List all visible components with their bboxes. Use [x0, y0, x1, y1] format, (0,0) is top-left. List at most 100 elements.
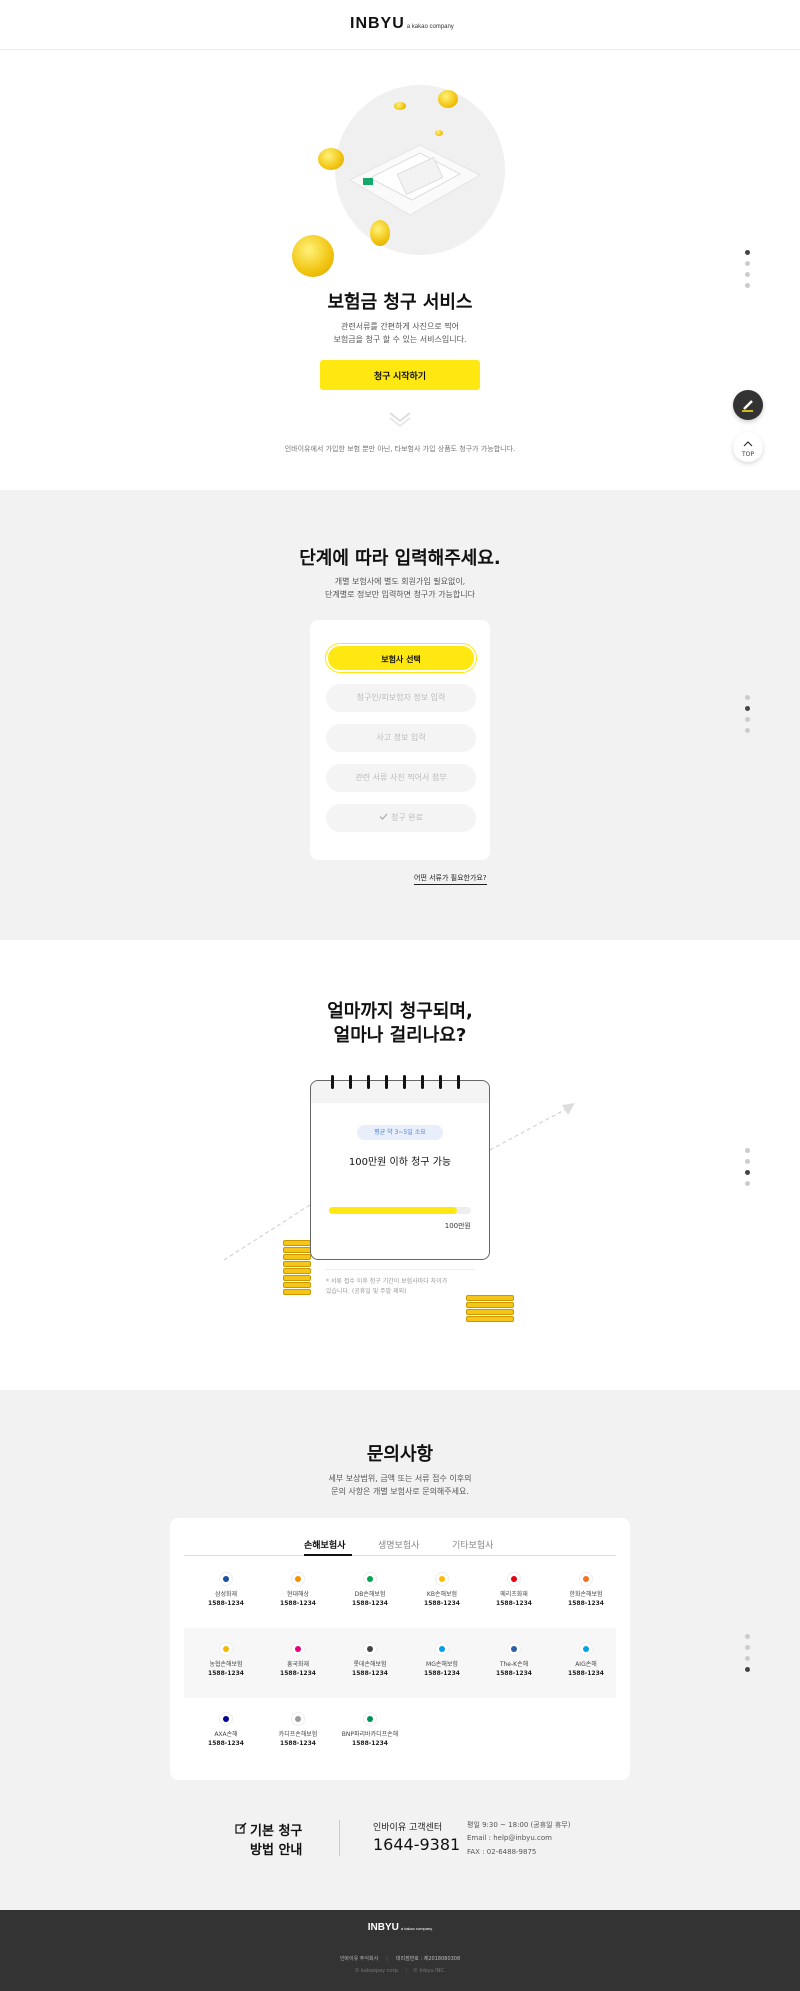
hero-note: 인바이유에서 가입한 보험 뿐만 아닌, 타보험사 가입 상품도 청구가 가능합…: [284, 445, 516, 453]
insurer-logo-icon: [507, 1642, 521, 1656]
hero-desc-2: 보험금을 청구 할 수 있는 서비스입니다.: [333, 335, 467, 344]
amount-note-2: 있습니다. (공휴일 및 주말 제외): [326, 1288, 407, 1295]
insurer-name: 농협손해보험: [209, 1661, 243, 1668]
footer-copy-2: © Inbyu INC.: [413, 1968, 446, 1974]
insurer-item[interactable]: KB손해보험 1588-1234: [406, 1572, 478, 1608]
insurer-logo-icon: [507, 1572, 521, 1586]
steps-desc-1: 개별 보험사에 별도 회원가입 필요없이,: [334, 577, 466, 586]
coin-stack-left: [283, 1240, 311, 1296]
insurer-item[interactable]: 카디프손해보험 1588-1234: [262, 1712, 334, 1748]
insurer-logo-icon: [291, 1572, 305, 1586]
cs-email[interactable]: Email : help@inbyu.com: [467, 1834, 552, 1842]
insurer-phone: 1588-1234: [280, 1670, 316, 1677]
cs-phone[interactable]: 1644-9381: [373, 1835, 460, 1854]
hero-section: 보험금 청구 서비스 관련서류를 간편하게 사진으로 찍어 보험금을 청구 할 …: [0, 50, 800, 490]
amount-title-2: 얼마나 걸리나요?: [333, 1025, 467, 1046]
insurer-name: 현대해상: [286, 1591, 310, 1598]
insurer-logo-icon: [219, 1712, 233, 1726]
footer-company-info: 인바이유 주식회사 | 대리점번호 : 제2018080308: [339, 1956, 461, 1962]
inquiry-desc-1: 세부 보상범위, 금액 또는 서류 접수 이후의: [328, 1474, 472, 1483]
insurer-phone: 1588-1234: [568, 1600, 604, 1607]
top-label: TOP: [741, 451, 754, 458]
coin-stack-right: [466, 1295, 514, 1323]
amount-note-1: * 서류 접수 이후 청구 기간이 보험사마다 차이가: [326, 1278, 448, 1285]
insurer-name: 흥국화재: [286, 1661, 310, 1668]
insurer-phone: 1588-1234: [352, 1740, 388, 1747]
insurer-item[interactable]: BNP파리바카디프손해 1588-1234: [334, 1712, 406, 1748]
hero-title: 보험금 청구 서비스: [327, 292, 473, 313]
cs-hours: 평일 9:30 ~ 18:00 (공휴일 휴무): [467, 1821, 571, 1829]
amount-title-1: 얼마까지 청구되며,: [327, 1001, 473, 1022]
insurer-logo-icon: [435, 1642, 449, 1656]
scroll-down-icon[interactable]: [388, 410, 412, 428]
step-select-insurer[interactable]: 보험사 선택: [326, 644, 476, 672]
insurer-name: 롯데손해보험: [353, 1661, 387, 1668]
insurer-card: 손해보험사 생명보험사 기타보험사 삼성화재 1588-1234 현대해상 1588-…: [170, 1518, 630, 1780]
step-attach-docs: 관련 서류 사진 찍어서 첨부: [326, 764, 476, 792]
amount-headline: 100만원 이하 청구 가능: [348, 1157, 452, 1168]
progress-label: 100만원: [444, 1222, 471, 1230]
tab-other[interactable]: 기타보험사: [452, 1538, 493, 1551]
tab-life[interactable]: 생명보험사: [378, 1538, 419, 1551]
step-complete: 청구 완료: [326, 804, 476, 832]
notepad-rings: [331, 1075, 471, 1091]
amount-progress: [329, 1207, 471, 1214]
insurer-item[interactable]: 한화손해보험 1588-1234: [550, 1572, 622, 1608]
insurer-item[interactable]: MG손해보험 1588-1234: [406, 1642, 478, 1678]
footer-logo-text: INBYU: [367, 1922, 399, 1933]
insurer-name: 메리츠화재: [500, 1591, 528, 1598]
step-accident-info: 사고 정보 입력: [326, 724, 476, 752]
insurer-phone: 1588-1234: [280, 1740, 316, 1747]
tab-non-life[interactable]: 손해보험사: [304, 1538, 345, 1551]
logo-text: INBYU: [350, 15, 405, 32]
amount-note: * 서류 접수 이후 청구 기간이 보험사마다 차이가 있습니다. (공휴일 및…: [326, 1277, 476, 1297]
insurer-item[interactable]: 롯데손해보험 1588-1234: [334, 1642, 406, 1678]
insurer-phone: 1588-1234: [424, 1600, 460, 1607]
insurer-logo-icon: [435, 1572, 449, 1586]
floating-pen-button[interactable]: [733, 390, 763, 420]
insurer-item[interactable]: DB손해보험 1588-1234: [334, 1572, 406, 1608]
inquiry-section: 문의사항 세부 보상범위, 금액 또는 서류 접수 이후의 문의 사항은 개별 …: [0, 1390, 800, 1910]
insurer-item[interactable]: AXA손해 1588-1234: [190, 1712, 262, 1748]
insurer-item[interactable]: 현대해상 1588-1234: [262, 1572, 334, 1608]
insurer-phone: 1588-1234: [352, 1600, 388, 1607]
amount-section: 얼마까지 청구되며, 얼마나 걸리나요? 평균 약 3~5일 소요 100만원 …: [0, 940, 800, 1390]
footer-license: 대리점번호 : 제2018080308: [395, 1956, 461, 1962]
insurer-phone: 1588-1234: [352, 1670, 388, 1677]
footer-copy-1: © kakaopay corp.: [354, 1968, 400, 1974]
insurer-logo-icon: [291, 1712, 305, 1726]
insurer-name: 삼성화재: [214, 1591, 238, 1598]
insurer-logo-icon: [579, 1572, 593, 1586]
insurer-item[interactable]: 농협손해보험 1588-1234: [190, 1642, 262, 1678]
insurer-item[interactable]: AIG손해 1588-1234: [550, 1642, 622, 1678]
hero-illustration: [290, 80, 510, 290]
start-claim-button[interactable]: 청구 시작하기: [320, 360, 480, 390]
insurer-item[interactable]: 메리츠화재 1588-1234: [478, 1572, 550, 1608]
logo-sub: a kakao company: [406, 24, 454, 30]
avg-days-badge: 평균 약 3~5일 소요: [357, 1125, 443, 1140]
insurer-name: BNP파리바카디프손해: [341, 1731, 399, 1738]
insurer-name: AIG손해: [575, 1661, 597, 1668]
inbyu-logo[interactable]: INBYU a kakao company: [350, 15, 454, 33]
step-complete-label: 청구 완료: [391, 813, 423, 822]
insurer-logo-icon: [579, 1642, 593, 1656]
insurer-phone: 1588-1234: [208, 1600, 244, 1607]
step-claimant-info: 청구인/피보험자 정보 입력: [326, 684, 476, 712]
site-footer: INBYU a kakao company 인바이유 주식회사 | 대리점번호 : 제…: [0, 1910, 800, 1991]
insurer-name: 한화손해보험: [569, 1591, 603, 1598]
top-button[interactable]: TOP: [733, 432, 763, 462]
arrow-up-icon: [743, 441, 753, 447]
pen-icon: [742, 400, 753, 412]
check-icon: [379, 813, 388, 820]
inquiry-title: 문의사항: [366, 1444, 434, 1465]
insurer-name: AXA손해: [214, 1731, 238, 1738]
insurer-item[interactable]: 삼성화재 1588-1234: [190, 1572, 262, 1608]
insurer-phone: 1588-1234: [280, 1600, 316, 1607]
insurer-item[interactable]: 흥국화재 1588-1234: [262, 1642, 334, 1678]
insurer-item[interactable]: The-K손해 1588-1234: [478, 1642, 550, 1678]
docs-needed-link[interactable]: 어떤 서류가 필요한가요?: [414, 873, 487, 885]
inquiry-desc-2: 문의 사항은 개별 보험사로 문의해주세요.: [331, 1487, 469, 1496]
insurer-phone: 1588-1234: [208, 1740, 244, 1747]
insurer-name: 카디프손해보험: [278, 1731, 318, 1738]
insurer-logo-icon: [219, 1642, 233, 1656]
